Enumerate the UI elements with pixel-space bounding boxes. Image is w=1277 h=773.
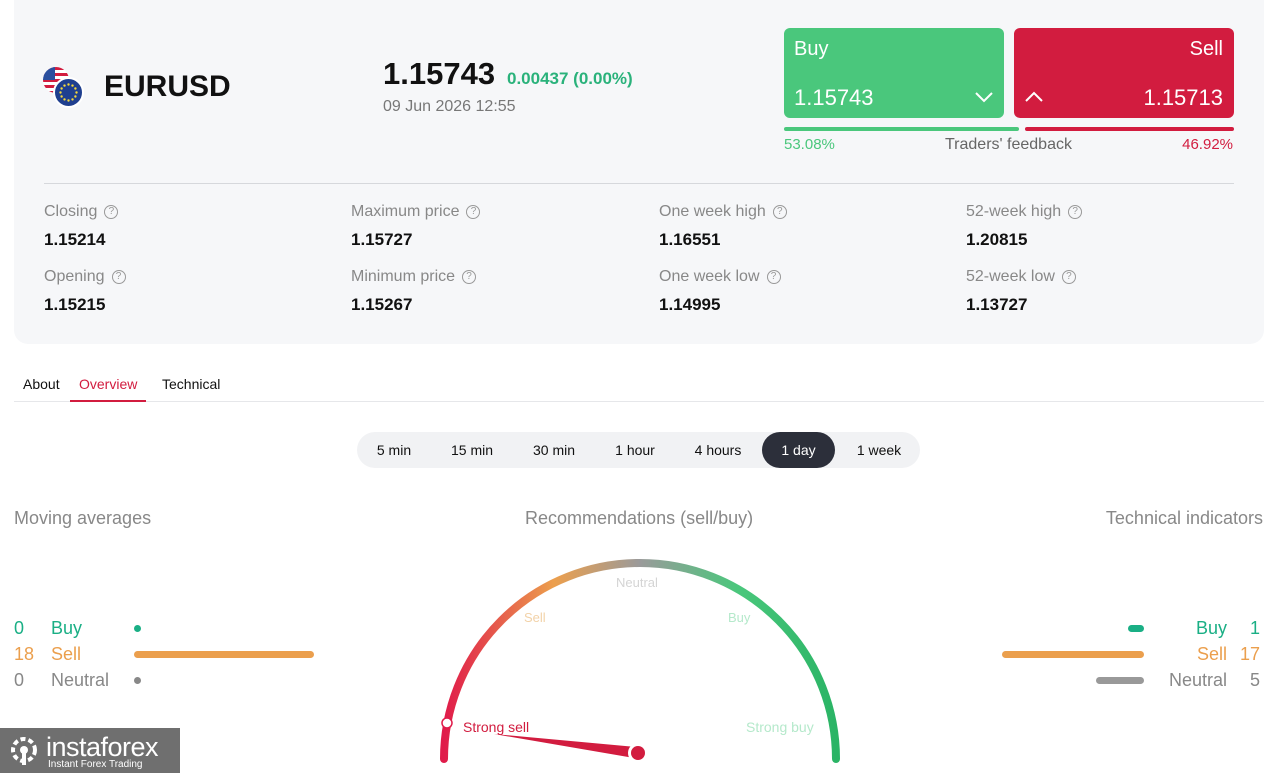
feedback-sell-percent: 46.92%	[1182, 136, 1233, 153]
stat-value: 1.16551	[659, 230, 721, 249]
ti-buy-label: Buy	[1195, 618, 1227, 638]
moving-averages-title: Moving averages	[14, 508, 152, 528]
sell-button-label: Sell	[1189, 38, 1223, 60]
help-icon[interactable]: ?	[766, 270, 781, 284]
current-price: 1.15743	[383, 56, 496, 91]
gauge-needle	[494, 734, 636, 758]
gauge-label-buy: Buy	[728, 610, 751, 625]
feedback-buy-percent: 53.08%	[784, 136, 835, 153]
ma-neutral-label: Neutral	[51, 670, 110, 690]
help-icon[interactable]: ?	[466, 205, 481, 219]
period-1-day[interactable]: 1 day	[762, 432, 835, 468]
stat-label: Closing	[44, 203, 98, 220]
stat-52-week-high: 52-week high? 1.20815	[966, 202, 1083, 250]
stat-value: 1.15267	[351, 295, 413, 314]
gauge-label-strong-sell: Strong sell	[463, 719, 529, 735]
ma-neutral-count: 0	[14, 670, 25, 690]
section-tabs: About Overview Technical	[14, 370, 1264, 402]
stat-closing: Closing? 1.15214	[44, 202, 119, 250]
help-icon[interactable]: ?	[772, 205, 787, 219]
help-icon[interactable]: ?	[1068, 205, 1083, 219]
stat-label: Opening	[44, 268, 105, 285]
ma-sell-label: Sell	[51, 644, 82, 664]
recommendations-title: Recommendations (sell/buy)	[525, 508, 754, 528]
instaforex-logo-icon	[11, 737, 37, 765]
sell-button-price: 1.15713	[1143, 85, 1223, 110]
recommendation-gauge: Strong sell Sell Neutral Buy Strong buy	[440, 559, 840, 763]
ma-buy-count: 0	[14, 618, 25, 638]
ti-sell-count: 17	[1239, 644, 1260, 664]
help-icon[interactable]: ?	[1061, 270, 1076, 284]
help-icon[interactable]: ?	[111, 270, 126, 284]
tab-about[interactable]: About	[23, 376, 60, 402]
ma-neutral-bar	[134, 677, 141, 684]
currency-pair-flags-icon	[43, 67, 85, 109]
period-4-hours[interactable]: 4 hours	[682, 432, 754, 468]
gauge-label-neutral: Neutral	[616, 575, 658, 590]
gauge-label-sell: Sell	[524, 610, 546, 625]
stat-value: 1.15215	[44, 295, 106, 314]
stat-one-week-low: One week low? 1.14995	[659, 267, 781, 315]
price-change: 0.00437 (0.00%)	[507, 69, 633, 88]
ti-neutral-count: 5	[1249, 670, 1260, 690]
stat-label: Minimum price	[351, 268, 456, 285]
eu-flag-icon	[53, 77, 84, 108]
instrument-symbol: EURUSD	[104, 70, 231, 103]
divider	[44, 183, 1234, 184]
stat-maximum-price: Maximum price? 1.15727	[351, 202, 481, 250]
gauge-marker	[441, 717, 453, 729]
ti-buy-bar	[1128, 625, 1144, 632]
feedback-sell-bar	[1025, 127, 1234, 131]
stat-label: One week low	[659, 268, 760, 285]
tab-technical[interactable]: Technical	[162, 376, 220, 402]
period-1-week[interactable]: 1 week	[844, 432, 914, 468]
stat-value: 1.13727	[966, 295, 1028, 314]
ti-neutral-bar	[1096, 677, 1144, 684]
instaforex-logo: instaforex Instant Forex Trading	[0, 728, 180, 773]
stat-minimum-price: Minimum price? 1.15267	[351, 267, 477, 315]
price-timestamp: 09 Jun 2026 12:55	[383, 98, 516, 115]
chevron-up-icon	[1025, 91, 1043, 102]
ma-sell-count: 18	[14, 644, 35, 664]
ti-buy-count: 1	[1249, 618, 1260, 638]
help-icon[interactable]: ?	[104, 205, 119, 219]
logo-tagline: Instant Forex Trading	[48, 759, 143, 770]
stat-one-week-high: One week high? 1.16551	[659, 202, 787, 250]
stat-label: 52-week low	[966, 268, 1055, 285]
tab-overview[interactable]: Overview	[70, 376, 147, 402]
stat-value: 1.20815	[966, 230, 1028, 249]
stat-value: 1.15214	[44, 230, 106, 249]
period-30-min[interactable]: 30 min	[518, 432, 590, 468]
chevron-down-icon	[975, 92, 993, 103]
period-5-min[interactable]: 5 min	[363, 432, 425, 468]
stat-opening: Opening? 1.15215	[44, 267, 126, 315]
stat-label: One week high	[659, 203, 766, 220]
ti-sell-bar	[1002, 651, 1144, 658]
help-icon[interactable]: ?	[462, 270, 477, 284]
stat-52-week-low: 52-week low? 1.13727	[966, 267, 1076, 315]
stat-value: 1.15727	[351, 230, 413, 249]
ma-sell-bar	[134, 651, 314, 658]
stat-value: 1.14995	[659, 295, 721, 314]
sell-button[interactable]: Sell 1.15713	[1014, 28, 1234, 118]
feedback-label: Traders' feedback	[945, 136, 1072, 153]
buy-button[interactable]: Buy 1.15743	[784, 28, 1004, 118]
period-selector: 5 min 15 min 30 min 1 hour 4 hours 1 day…	[357, 432, 920, 468]
stat-label: Maximum price	[351, 203, 460, 220]
period-15-min[interactable]: 15 min	[437, 432, 507, 468]
gauge-needle-hub	[631, 746, 645, 760]
technical-indicators-title: Technical indicators	[1105, 508, 1263, 528]
stat-label: 52-week high	[966, 203, 1062, 220]
ti-sell-label: Sell	[1196, 644, 1227, 664]
ma-buy-bar	[134, 625, 141, 632]
ma-buy-label: Buy	[51, 618, 83, 638]
buy-button-price: 1.15743	[794, 85, 874, 110]
gauge-label-strong-buy: Strong buy	[746, 719, 814, 735]
period-1-hour[interactable]: 1 hour	[601, 432, 669, 468]
buy-button-label: Buy	[794, 38, 829, 60]
ti-neutral-label: Neutral	[1168, 670, 1227, 690]
feedback-buy-bar	[784, 127, 1019, 131]
